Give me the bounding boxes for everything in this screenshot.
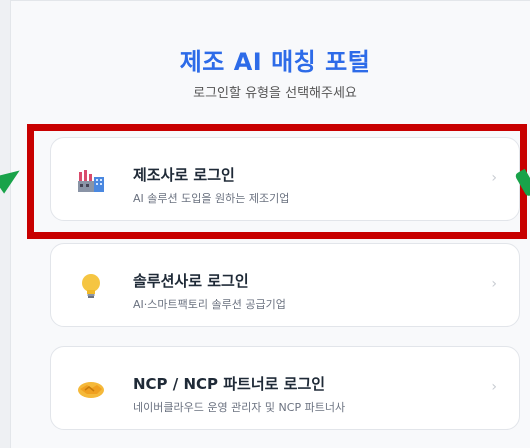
card-title: 솔루션사로 로그인 bbox=[133, 272, 249, 290]
chevron-right-icon: › bbox=[491, 379, 497, 395]
handshake-icon bbox=[78, 382, 104, 398]
page-title: 제조 AI 매칭 포털 bbox=[179, 48, 371, 76]
card-description: 네이버클라우드 운영 관리자 및 NCP 파트너사 bbox=[133, 401, 346, 414]
highlight-box bbox=[27, 124, 527, 239]
chevron-right-icon: › bbox=[491, 276, 497, 292]
lightbulb-icon bbox=[82, 274, 100, 298]
solution-provider-login-card[interactable]: 솔루션사로 로그인 AI·스마트팩토리 솔루션 공급기업 › bbox=[50, 243, 520, 327]
card-title: NCP / NCP 파트너로 로그인 bbox=[133, 375, 326, 393]
card-description: AI·스마트팩토리 솔루션 공급기업 bbox=[133, 298, 286, 311]
ncp-partner-login-card[interactable]: NCP / NCP 파트너로 로그인 네이버클라우드 운영 관리자 및 NCP … bbox=[50, 346, 520, 430]
page-subtitle: 로그인할 유형을 선택해주세요 bbox=[193, 86, 357, 101]
